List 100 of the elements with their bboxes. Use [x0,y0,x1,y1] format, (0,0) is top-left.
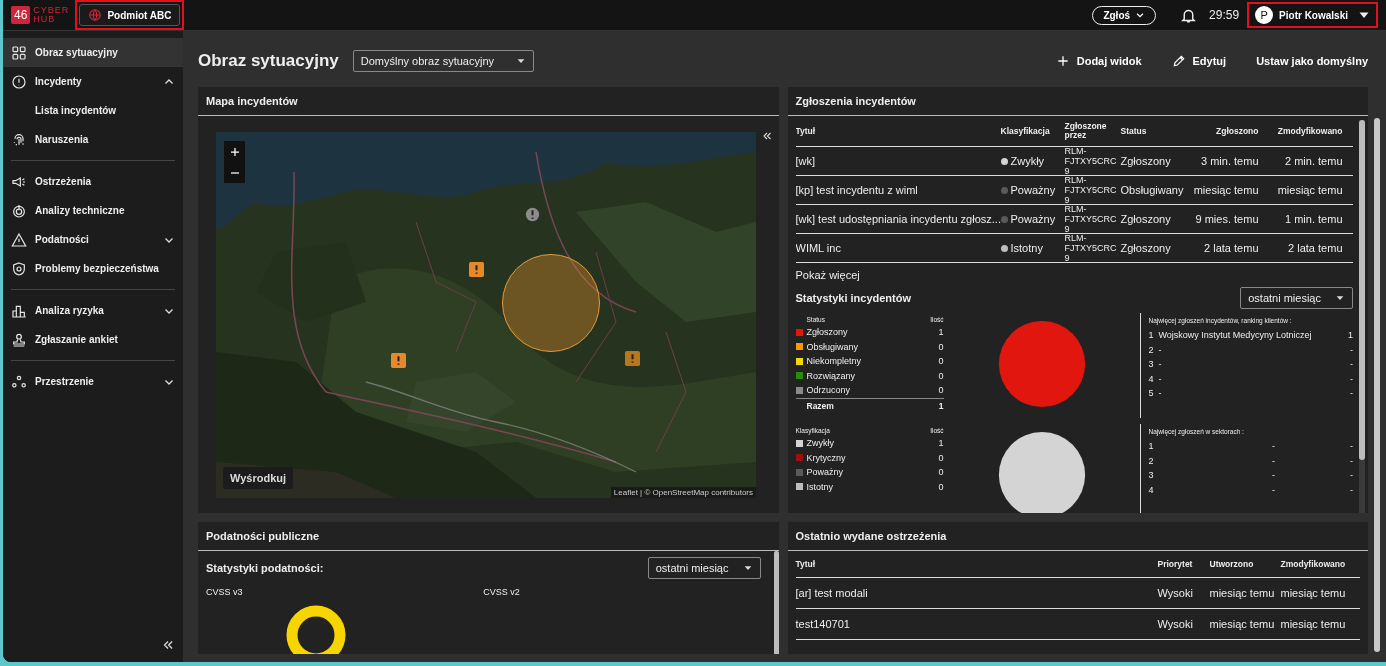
scrollbar[interactable] [1374,118,1380,652]
table-cell-text: [kp] test incydentu z wiml [795,184,919,196]
ranking-count: 1 [1348,330,1353,341]
scrollbar[interactable] [773,551,779,654]
panel-title: Ostatnio wydane ostrzeżenia [787,522,1368,551]
table-cell-text: miesiąc temu [1280,587,1347,599]
sidebar-item[interactable]: Podatności [3,225,183,254]
sidebar-item[interactable]: Zgłaszanie ankiet [3,325,183,354]
column-header: Utworzono [1209,559,1255,569]
ranking-name: - [1158,373,1163,384]
legend-label: Zwykły [806,438,834,449]
power-icon [11,202,27,219]
caret-down-icon [1335,293,1345,303]
column-header: Priorytet [1157,559,1194,569]
period-select[interactable]: ostatni miesiąc [647,557,761,579]
sidebar-item[interactable]: Analizy techniczne [3,196,183,225]
table-cell-text: WIML inc [795,242,842,254]
rank-number: 2 [1148,344,1154,355]
ranking-count: - [1350,344,1353,355]
ranking-name: - [1158,359,1163,370]
table-cell: Istotny [1010,242,1043,254]
ranking-name: - [1271,470,1276,481]
table-row[interactable]: WIML inc Istotny RLM-FJTXY5CRC9 Zgłoszony 2 lata temu 2 lata temu [795,234,1353,263]
rank-number: 1 [1148,330,1154,341]
plus-icon [228,145,241,158]
table-row[interactable]: [wk] Zwykły RLM-FJTXY5CRC9 Zgłoszony 3 min. temu 2 min. temu [795,147,1353,176]
column-header: Klasyfikacja [1000,126,1051,136]
legend-label: Istotny [806,481,833,492]
rank-number: 4 [1148,373,1154,384]
table-cell-text: 2 lata temu [1287,242,1343,254]
ranking-count: - [1350,455,1353,466]
sidebar-subitem[interactable]: Lista incydentów [3,96,183,125]
ranking-count: - [1350,359,1353,370]
marker-icon[interactable] [391,353,406,368]
legend-count: 0 [938,370,944,381]
legend-count: 0 [938,341,944,352]
period-select[interactable]: ostatni miesiąc [1240,287,1353,309]
view-select[interactable]: Domyślny obraz sytuacyjny [352,50,534,72]
legend-count: 0 [938,356,944,367]
grid-icon [11,44,27,61]
table-cell-text: test140701 [795,618,851,630]
table-cell-text: miesiąc temu [1209,587,1276,599]
nodes-icon [11,373,27,390]
sidebar-item[interactable]: Przestrzenie [3,367,183,396]
table-row[interactable]: [kp] test incydentu z wiml Poważny RLM-FJTXY5CRC9 Obsługiwany miesiąc temu miesiąc temu [795,176,1353,205]
legend-count: 1 [938,327,944,338]
table-cell-text: RLM-FJTXY5CRC9 [1064,175,1118,205]
table-cell-text: RLM-FJTXY5CRC9 [1064,146,1118,176]
ranking-count: - [1350,470,1353,481]
chart-label: CVSS v3 [206,587,244,597]
legend-label: Obsługiwany [806,341,859,352]
legend-label: Zgłoszony [806,327,848,338]
table-cell-text: miesiąc temu [1192,184,1259,196]
entity-button[interactable]: Podmiot ABC [79,4,181,26]
show-more-link[interactable]: Pokaż więcej [795,263,1353,287]
legend-count: 0 [938,467,944,478]
ranking-name: Wojskowy Instytut Medycyny Lotniczej [1158,330,1313,341]
total-count: 1 [938,400,944,411]
marker-icon[interactable] [625,351,640,366]
legend-count: 1 [938,438,944,449]
column-header: Zmodyfikowano [1280,559,1347,569]
table-cell-text: 9 mies. temu [1194,213,1259,225]
ranking-count: - [1350,441,1353,452]
sidebar-item[interactable]: Obraz sytuacyjny [3,38,183,67]
collapse-icon[interactable] [161,638,175,652]
sidebar-item[interactable]: Naruszenia [3,125,183,154]
page-title: Obraz sytuacyjny [198,51,339,71]
ranking-name: - [1271,455,1276,466]
table-cell-text: RLM-FJTXY5CRC9 [1064,233,1118,263]
table-row[interactable]: [ar] test modali Wysoki miesiąc temu miesiąc temu [795,578,1360,609]
pie-slice[interactable] [998,431,1085,513]
user-menu[interactable]: P Piotr Kowalski [1253,5,1372,25]
sidebar-item[interactable]: Analiza ryzyka [3,296,183,325]
scrollbar[interactable] [1359,120,1365,513]
table-cell-text: Obsługiwany [1120,184,1185,196]
action-button[interactable]: Dodaj widok [1055,54,1142,68]
table-row[interactable]: [wk] test udostępniania incydentu zgłosz... Poważny RLM-FJTXY5CRC9 Zgłoszony 9 mies. temu 1 min. temu [795,205,1353,234]
rank-number: 3 [1148,470,1154,481]
rank-number: 2 [1148,455,1154,466]
marker-icon[interactable] [525,207,540,222]
column-header: Tytuł [795,559,817,569]
panel-title: Mapa incydentów [198,87,779,116]
column-header: Tytuł [795,126,817,136]
action-button[interactable]: Ustaw jako domyślny [1256,55,1368,67]
legend-label: Niekompletny [806,356,862,367]
action-button[interactable]: Edytuj [1171,54,1227,68]
marker-icon[interactable] [469,262,484,277]
fingerprint-icon [11,131,27,148]
sidebar-item[interactable]: Incydenty [3,67,183,96]
center-button[interactable]: Wyśrodkuj [223,467,294,489]
logo-text: CYBER [33,6,70,15]
sidebar-item[interactable]: Ostrzeżenia [3,167,183,196]
sidebar-item[interactable]: Problemy bezpieczeństwa [3,254,183,283]
table-cell-text: 2 lata temu [1203,242,1259,254]
panel-title: Podatności publiczne [198,522,779,551]
table-row[interactable]: test140701 Wysoki miesiąc temu miesiąc temu [795,609,1360,640]
ranking-name: - [1271,441,1276,452]
globe-icon [88,8,103,22]
legend-label: Odrzucony [806,385,851,396]
table-cell: Poważny [1010,213,1056,225]
